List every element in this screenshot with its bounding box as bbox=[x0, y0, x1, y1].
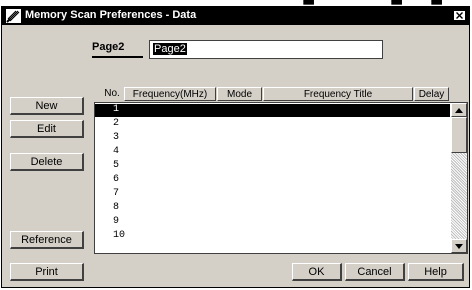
close-button[interactable] bbox=[453, 10, 466, 21]
list-item[interactable]: 5 bbox=[95, 160, 450, 173]
memory-channel-list[interactable]: 1 2 3 4 5 6 7 8 9 10 bbox=[94, 102, 468, 254]
page-name-value: Page2 bbox=[153, 43, 187, 55]
arrow-up-icon bbox=[455, 108, 463, 113]
page-name-input[interactable]: Page2 bbox=[149, 40, 383, 59]
column-header-no: No. bbox=[104, 88, 120, 99]
list-item[interactable]: 1 bbox=[95, 104, 450, 117]
list-item[interactable]: 9 bbox=[95, 216, 450, 229]
edit-button[interactable]: Edit bbox=[10, 120, 84, 138]
vertical-scrollbar[interactable] bbox=[451, 103, 467, 253]
list-item[interactable]: 6 bbox=[95, 174, 450, 187]
list-item[interactable]: 4 bbox=[95, 146, 450, 159]
window-title: Memory Scan Preferences - Data bbox=[25, 9, 197, 21]
column-header-frequency-title[interactable]: Frequency Title bbox=[263, 87, 413, 101]
list-item[interactable]: 3 bbox=[95, 132, 450, 145]
page-label: Page2 bbox=[92, 41, 125, 53]
list-item[interactable]: 8 bbox=[95, 202, 450, 215]
close-icon bbox=[456, 12, 463, 19]
column-header-mode[interactable]: Mode bbox=[217, 87, 262, 101]
scroll-down-button[interactable] bbox=[451, 239, 467, 253]
column-header-frequency[interactable]: Frequency(MHz) bbox=[124, 87, 216, 101]
scroll-up-button[interactable] bbox=[451, 103, 467, 117]
help-button[interactable]: Help bbox=[408, 263, 464, 281]
new-button[interactable]: New bbox=[10, 97, 84, 115]
cancel-button[interactable]: Cancel bbox=[345, 263, 405, 281]
list-item[interactable]: 2 bbox=[95, 118, 450, 131]
reference-button[interactable]: Reference bbox=[10, 231, 84, 249]
memory-scan-preferences-dialog: Memory Scan Preferences - Data Page2 Pag… bbox=[1, 6, 470, 288]
list-item[interactable]: 10 bbox=[95, 230, 450, 243]
delete-button[interactable]: Delete bbox=[10, 153, 84, 171]
ok-button[interactable]: OK bbox=[292, 263, 342, 281]
column-header-delay[interactable]: Delay bbox=[414, 87, 449, 101]
memory-scan-icon bbox=[6, 9, 21, 23]
scrollbar-thumb[interactable] bbox=[451, 117, 467, 153]
title-bar[interactable]: Memory Scan Preferences - Data bbox=[2, 7, 469, 25]
list-item[interactable]: 7 bbox=[95, 188, 450, 201]
arrow-down-icon bbox=[455, 244, 463, 249]
page-label-underline bbox=[92, 56, 143, 58]
print-button[interactable]: Print bbox=[10, 263, 84, 281]
